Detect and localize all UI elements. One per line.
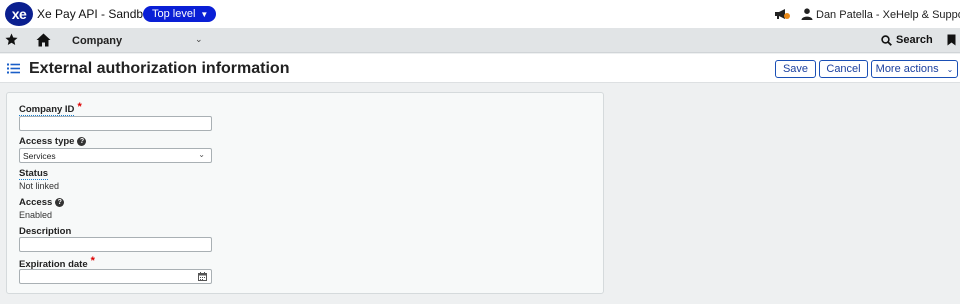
xe-logo[interactable]: xe [5, 2, 33, 26]
access-type-value: Services [23, 151, 56, 161]
chevron-down-icon: ▼ [200, 9, 209, 19]
more-actions-button[interactable]: More actions ⌄ [871, 60, 958, 78]
entity-selector[interactable]: Top level ▼ [143, 6, 217, 22]
module-menu[interactable]: Company [72, 35, 122, 47]
chevron-down-icon: ⌄ [198, 150, 205, 159]
search-button[interactable]: Search [881, 34, 933, 46]
access-type-label: Access type ? [19, 136, 87, 147]
user-name[interactable]: Dan Patella - Xe [816, 9, 896, 21]
company-id-label: Company ID * [19, 101, 82, 116]
cancel-button[interactable]: Cancel [819, 60, 868, 78]
expiration-date-input[interactable] [19, 269, 212, 284]
search-label: Search [896, 34, 933, 46]
user-icon [801, 8, 813, 20]
access-value: Enabled [19, 210, 53, 220]
entity-label: Top level [152, 8, 196, 20]
page-header: External authorization information Save … [0, 54, 960, 83]
save-button[interactable]: Save [775, 60, 816, 78]
list-icon[interactable] [7, 63, 20, 74]
chevron-down-icon: ⌄ [946, 64, 954, 74]
search-icon [881, 34, 892, 46]
description-label: Description [19, 226, 72, 237]
top-bar: xe Xe Pay API - Sandbox Top level ▼ Dan … [0, 0, 960, 28]
home-icon[interactable] [36, 33, 51, 47]
access-type-select[interactable]: Services ⌄ [19, 148, 212, 163]
form-card: Company ID * Access type ? Services ⌄ St… [6, 92, 604, 294]
description-input[interactable] [19, 237, 212, 252]
star-icon[interactable] [5, 33, 18, 46]
question-circle-icon[interactable]: ? [55, 198, 65, 207]
access-label: Access ? [19, 197, 65, 208]
status-value: Not linked [19, 181, 60, 191]
nav-bar: Company ⌄ Search [0, 28, 960, 53]
app-title: Xe Pay API - Sandbox [37, 7, 156, 21]
bookmark-icon[interactable] [947, 34, 956, 46]
required-marker: * [90, 255, 95, 267]
help-support-link[interactable]: Help & Support [896, 9, 960, 21]
company-id-input[interactable] [19, 116, 212, 131]
question-circle-icon[interactable]: ? [77, 137, 87, 146]
required-marker: * [77, 101, 82, 113]
status-label: Status [19, 168, 49, 180]
chevron-down-icon[interactable]: ⌄ [195, 34, 203, 45]
calendar-icon[interactable] [198, 272, 207, 281]
megaphone-icon[interactable] [774, 8, 790, 20]
page-title: External authorization information [29, 60, 290, 77]
more-actions-label: More actions [875, 63, 939, 75]
